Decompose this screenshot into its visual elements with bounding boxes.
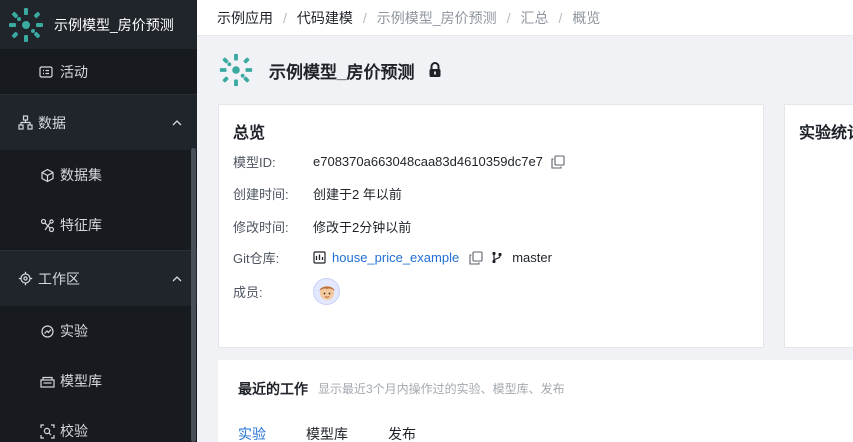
model-id-row: 模型ID: e708370a663048caa83d4610359dc7e7 — [233, 152, 565, 171]
experiment-icon — [39, 323, 55, 339]
git-label: Git仓库: — [233, 251, 280, 266]
copy-icon[interactable] — [551, 154, 565, 169]
model-library-icon — [39, 373, 55, 389]
overview-card: 总览 模型ID: e708370a663048caa83d4610359dc7e… — [218, 104, 764, 348]
git-repo-icon — [313, 251, 326, 264]
sidebar-item-label: 数据集 — [60, 167, 102, 183]
breadcrumb-separator: / — [362, 9, 367, 26]
modified-value: 修改于2分钟以前 — [313, 220, 412, 235]
avatar[interactable] — [313, 278, 340, 305]
recent-work-tabs: 实验 模型库 发布 — [238, 424, 456, 442]
model-id-label: 模型ID: — [233, 155, 276, 170]
page-title: 示例模型_房价预测 — [269, 62, 415, 82]
activity-icon — [38, 64, 54, 80]
sidebar: 示例模型_房价预测 活动 数据 数据集 特征库 工作区 实验 模型库 校验 — [0, 0, 197, 442]
workspace-icon — [17, 271, 33, 287]
members-row: 成员: — [233, 278, 340, 305]
sidebar-item-label: 活动 — [60, 64, 88, 80]
overview-title: 总览 — [233, 125, 266, 142]
breadcrumb-separator: / — [283, 9, 287, 26]
sidebar-item-experiment[interactable]: 实验 — [0, 306, 197, 356]
app-logo-icon — [6, 5, 46, 45]
lock-icon — [428, 62, 442, 78]
sidebar-item-validation[interactable]: 校验 — [0, 406, 197, 442]
app-name: 示例模型_房价预测 — [54, 16, 174, 33]
sidebar-group-label: 数据 — [38, 114, 66, 131]
sidebar-item-label: 实验 — [60, 323, 88, 339]
created-row: 创建时间: 创建于2 年以前 — [233, 184, 402, 203]
app-header[interactable]: 示例模型_房价预测 — [0, 0, 197, 50]
git-branch-name: master — [512, 250, 552, 265]
stats-title: 实验统计 — [799, 125, 853, 142]
modified-row: 修改时间: 修改于2分钟以前 — [233, 217, 411, 236]
data-icon — [17, 115, 33, 131]
breadcrumb-separator: / — [558, 9, 563, 26]
sidebar-item-feature-store[interactable]: 特征库 — [0, 200, 197, 250]
sidebar-item-label: 特征库 — [60, 217, 102, 233]
feature-store-icon — [39, 217, 55, 233]
created-label: 创建时间: — [233, 187, 289, 202]
git-row: Git仓库: house_price_example master — [233, 248, 552, 267]
git-value: house_price_example master — [313, 250, 552, 265]
sidebar-item-label: 模型库 — [60, 373, 102, 389]
chevron-up-icon — [171, 273, 183, 285]
breadcrumb-item: 概览 — [572, 9, 601, 26]
breadcrumb: 示例应用 / 代码建模 / 示例模型_房价预测 / 汇总 / 概览 — [197, 0, 853, 36]
tab-release[interactable]: 发布 — [388, 424, 416, 442]
tab-model-library[interactable]: 模型库 — [306, 424, 348, 442]
model-id-value: e708370a663048caa83d4610359dc7e7 — [313, 154, 543, 169]
recent-work-title: 最近的工作 — [238, 381, 308, 397]
sidebar-item-label: 校验 — [60, 423, 88, 439]
page-header: 示例模型_房价预测 — [197, 36, 853, 104]
copy-icon[interactable] — [469, 250, 483, 265]
breadcrumb-separator: / — [506, 9, 511, 26]
sidebar-item-activity[interactable]: 活动 — [0, 50, 197, 94]
sidebar-scrollbar[interactable] — [191, 148, 196, 442]
experiment-stats-card: 实验统计 — [784, 104, 853, 348]
breadcrumb-item[interactable]: 代码建模 — [297, 8, 353, 28]
sidebar-item-dataset[interactable]: 数据集 — [0, 150, 197, 200]
sidebar-group-label: 工作区 — [38, 270, 80, 287]
breadcrumb-item[interactable]: 示例应用 — [217, 8, 273, 28]
breadcrumb-item[interactable]: 汇总 — [520, 8, 548, 28]
chevron-up-icon — [171, 117, 183, 129]
git-repo-link[interactable]: house_price_example — [332, 250, 459, 265]
tab-experiment[interactable]: 实验 — [238, 424, 266, 442]
breadcrumb-item[interactable]: 示例模型_房价预测 — [377, 8, 497, 28]
sidebar-group-workspace[interactable]: 工作区 — [0, 250, 197, 306]
model-logo-icon — [217, 51, 255, 89]
modified-label: 修改时间: — [233, 220, 289, 235]
git-branch-icon — [491, 251, 503, 264]
sidebar-group-data[interactable]: 数据 — [0, 94, 197, 150]
members-label: 成员: — [233, 285, 263, 300]
validation-icon — [39, 423, 55, 439]
recent-work-description: 显示最近3个月内操作过的实验、模型库、发布 — [318, 382, 565, 396]
recent-work-card: 最近的工作 显示最近3个月内操作过的实验、模型库、发布 实验 模型库 发布 — [218, 360, 853, 442]
dataset-icon — [39, 167, 55, 183]
sidebar-item-model-library[interactable]: 模型库 — [0, 356, 197, 406]
created-value: 创建于2 年以前 — [313, 187, 402, 202]
